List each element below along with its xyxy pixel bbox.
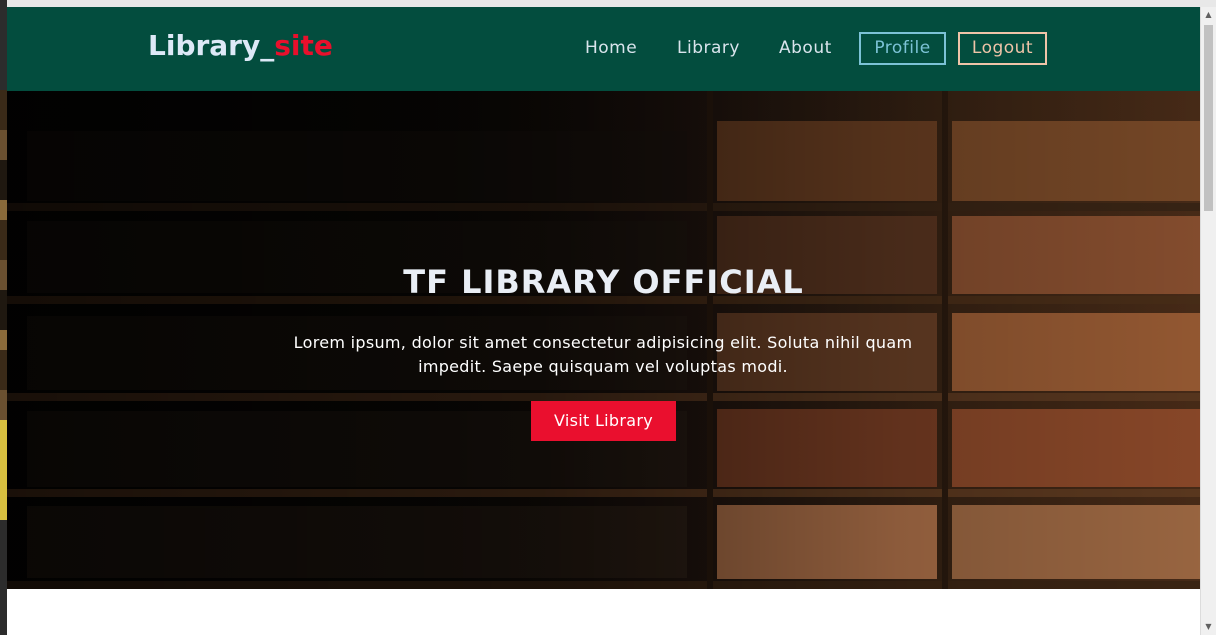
profile-button[interactable]: Profile: [859, 32, 946, 65]
brand-text-accent: site: [274, 29, 333, 62]
brand-text-primary: Library_: [148, 29, 275, 62]
browser-viewport: Library_site Home Library About Profile …: [7, 7, 1200, 635]
scroll-up-arrow-icon[interactable]: ▲: [1201, 7, 1216, 23]
scroll-down-arrow-icon[interactable]: ▼: [1201, 619, 1216, 635]
scrollbar-thumb[interactable]: [1204, 25, 1213, 211]
background-window-edge: [0, 0, 7, 635]
vertical-scrollbar[interactable]: ▲ ▼: [1200, 7, 1216, 635]
navbar: Library_site Home Library About Profile …: [7, 7, 1200, 91]
window-top-edge: [0, 0, 1216, 7]
hero-title: TF LIBRARY OFFICIAL: [403, 263, 804, 301]
hero-section: TF LIBRARY OFFICIAL Lorem ipsum, dolor s…: [7, 91, 1200, 589]
brand-logo[interactable]: Library_site: [148, 29, 333, 62]
nav-link-about[interactable]: About: [779, 38, 832, 58]
nav-link-home[interactable]: Home: [585, 38, 637, 58]
hero-description: Lorem ipsum, dolor sit amet consectetur …: [293, 333, 913, 376]
visit-library-button[interactable]: Visit Library: [531, 401, 676, 441]
background-window-yellow: [0, 420, 7, 520]
logout-button[interactable]: Logout: [958, 32, 1047, 65]
nav-link-library[interactable]: Library: [677, 38, 740, 58]
